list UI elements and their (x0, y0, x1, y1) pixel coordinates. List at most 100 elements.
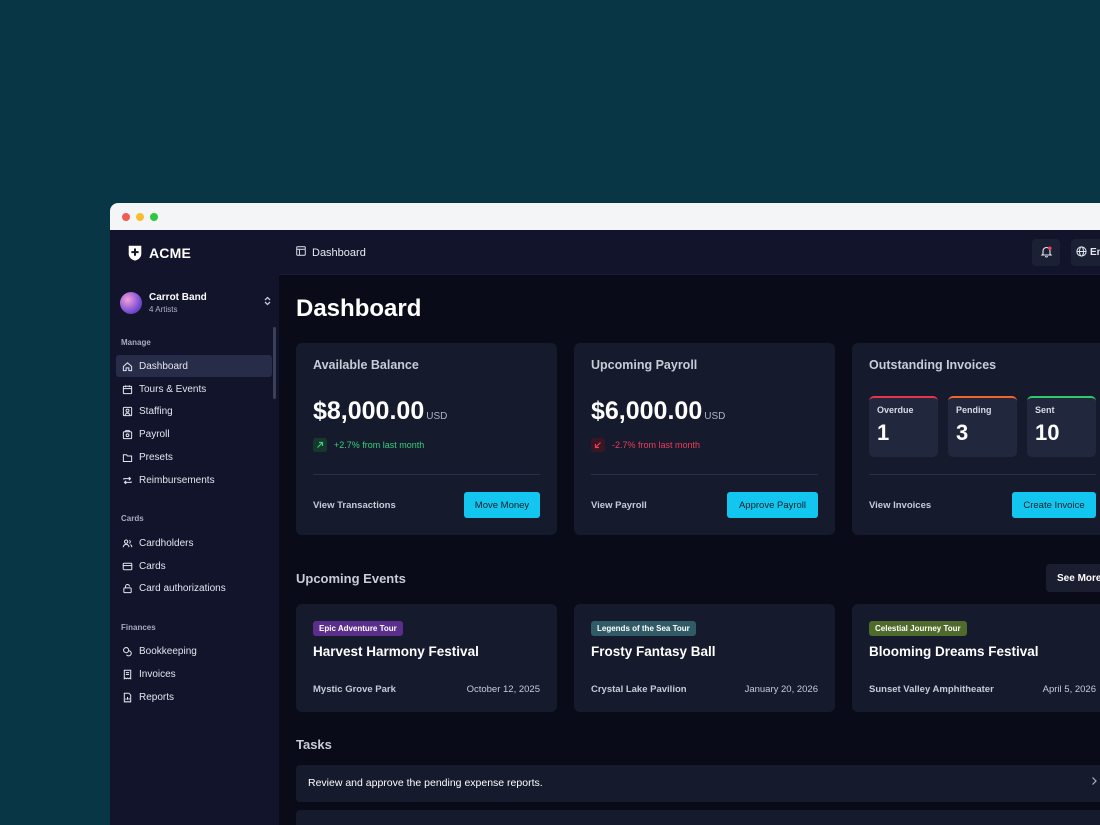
upcoming-events-heading: Upcoming Events (296, 571, 406, 586)
sidebar: ACME Carrot Band 4 Artists Manage Dashbo… (110, 230, 279, 825)
sidebar-item-label: Dashboard (139, 360, 188, 372)
maximize-window-button[interactable] (150, 212, 158, 221)
divider (313, 474, 540, 475)
view-invoices-link[interactable]: View Invoices (869, 500, 931, 511)
folder-icon (121, 451, 133, 463)
report-icon (121, 691, 133, 703)
sidebar-item-dashboard[interactable]: Dashboard (116, 355, 272, 377)
event-card[interactable]: Epic Adventure Tour Harvest Harmony Fest… (296, 604, 557, 712)
sidebar-item-label: Presets (139, 451, 173, 463)
view-transactions-link[interactable]: View Transactions (313, 500, 396, 511)
sidebar-item-label: Staffing (139, 405, 173, 417)
sidebar-item-bookkeeping[interactable]: Bookkeeping (116, 640, 272, 662)
stat-label: Overdue (877, 405, 914, 415)
language-label: En (1090, 247, 1100, 258)
users-icon (121, 537, 133, 549)
section-title-finances: Finances (121, 623, 156, 632)
page-title: Dashboard (296, 295, 422, 322)
sidebar-item-reports[interactable]: Reports (116, 686, 272, 708)
shield-logo-icon (128, 245, 142, 261)
sidebar-item-presets[interactable]: Presets (116, 446, 272, 468)
org-switcher[interactable]: Carrot Band 4 Artists (120, 290, 272, 316)
create-invoice-button[interactable]: Create Invoice (1012, 492, 1096, 518)
brand-logo[interactable]: ACME (126, 244, 191, 262)
bell-icon (1040, 245, 1053, 261)
overdue-stat[interactable]: Overdue 1 (869, 396, 938, 457)
card-title: Upcoming Payroll (591, 358, 698, 372)
lock-icon (121, 582, 133, 594)
see-more-button[interactable]: See More (1046, 564, 1100, 592)
event-name: Harvest Harmony Festival (313, 644, 479, 659)
sent-stat[interactable]: Sent 10 (1027, 396, 1096, 457)
chevrons-up-down-icon (263, 296, 272, 308)
notifications-button[interactable] (1032, 239, 1060, 266)
trend-text: -2.7% from last month (612, 440, 701, 450)
pending-stat[interactable]: Pending 3 (948, 396, 1017, 457)
user-square-icon (121, 405, 133, 417)
approve-payroll-button[interactable]: Approve Payroll (727, 492, 818, 518)
globe-icon (1076, 245, 1087, 260)
sidebar-item-tours-events[interactable]: Tours & Events (116, 378, 272, 400)
event-venue: Sunset Valley Amphitheater (869, 684, 994, 695)
event-card[interactable]: Celestial Journey Tour Blooming Dreams F… (852, 604, 1100, 712)
sidebar-item-invoices[interactable]: Invoices (116, 663, 272, 685)
event-name: Blooming Dreams Festival (869, 644, 1039, 659)
stat-label: Sent (1035, 405, 1055, 415)
sidebar-item-label: Tours & Events (139, 383, 207, 395)
main-content: Dashboard Available Balance $8,000.00 USD… (279, 275, 1100, 825)
repeat-icon (121, 474, 133, 486)
stat-value: 1 (877, 420, 890, 445)
tour-tag: Legends of the Sea Tour (591, 621, 696, 636)
org-subtitle: 4 Artists (149, 304, 178, 314)
stat-value: 10 (1035, 420, 1060, 445)
payroll-amount: $6,000.00 USD (591, 397, 725, 426)
language-button[interactable]: En (1071, 239, 1100, 266)
stat-label: Pending (956, 405, 992, 415)
breadcrumb: Dashboard (296, 246, 366, 259)
amount-value: $6,000.00 (591, 397, 703, 425)
stat-value: 3 (956, 420, 969, 445)
divider (869, 474, 1096, 475)
event-venue: Crystal Lake Pavilion (591, 684, 687, 695)
sidebar-item-cardholders[interactable]: Cardholders (116, 532, 272, 554)
home-icon (121, 360, 133, 372)
minimize-window-button[interactable] (136, 212, 144, 221)
sidebar-item-label: Invoices (139, 668, 176, 680)
sidebar-item-cards[interactable]: Cards (116, 555, 272, 577)
sidebar-item-label: Cards (139, 560, 166, 572)
tour-tag: Celestial Journey Tour (869, 621, 967, 636)
sidebar-item-label: Bookkeeping (139, 645, 197, 657)
sidebar-item-staffing[interactable]: Staffing (116, 400, 272, 422)
browser-window: ACME Carrot Band 4 Artists Manage Dashbo… (110, 203, 1100, 825)
move-money-button[interactable]: Move Money (464, 492, 540, 518)
payroll-trend: -2.7% from last month (591, 438, 700, 452)
calendar-icon (121, 383, 133, 395)
sidebar-scrollbar[interactable] (273, 327, 276, 399)
balance-trend: +2.7% from last month (313, 438, 424, 452)
sidebar-item-label: Cardholders (139, 537, 194, 549)
task-row[interactable]: Review and approve the pending expense r… (296, 765, 1100, 802)
invoice-icon (121, 668, 133, 680)
sidebar-item-reimbursements[interactable]: Reimbursements (116, 469, 272, 491)
view-payroll-link[interactable]: View Payroll (591, 500, 647, 511)
chevron-right-icon (1091, 776, 1098, 789)
task-row[interactable] (296, 810, 1100, 825)
event-card[interactable]: Legends of the Sea Tour Frosty Fantasy B… (574, 604, 835, 712)
org-avatar (120, 292, 142, 314)
sidebar-item-label: Reports (139, 691, 175, 703)
coins-icon (121, 645, 133, 657)
balance-amount: $8,000.00 USD (313, 397, 447, 426)
tasks-heading: Tasks (296, 737, 332, 752)
layout-icon (296, 246, 306, 259)
arrow-down-left-icon (591, 438, 605, 452)
breadcrumb-current[interactable]: Dashboard (312, 247, 366, 259)
sidebar-item-card-authorizations[interactable]: Card authorizations (116, 577, 272, 599)
sidebar-item-payroll[interactable]: Payroll (116, 423, 272, 445)
currency-label: USD (426, 411, 448, 422)
close-window-button[interactable] (122, 212, 130, 221)
section-title-manage: Manage (121, 338, 151, 347)
sidebar-item-label: Payroll (139, 428, 170, 440)
task-text: Review and approve the pending expense r… (308, 777, 543, 789)
brand-name: ACME (149, 245, 192, 261)
app: ACME Carrot Band 4 Artists Manage Dashbo… (110, 230, 1100, 825)
